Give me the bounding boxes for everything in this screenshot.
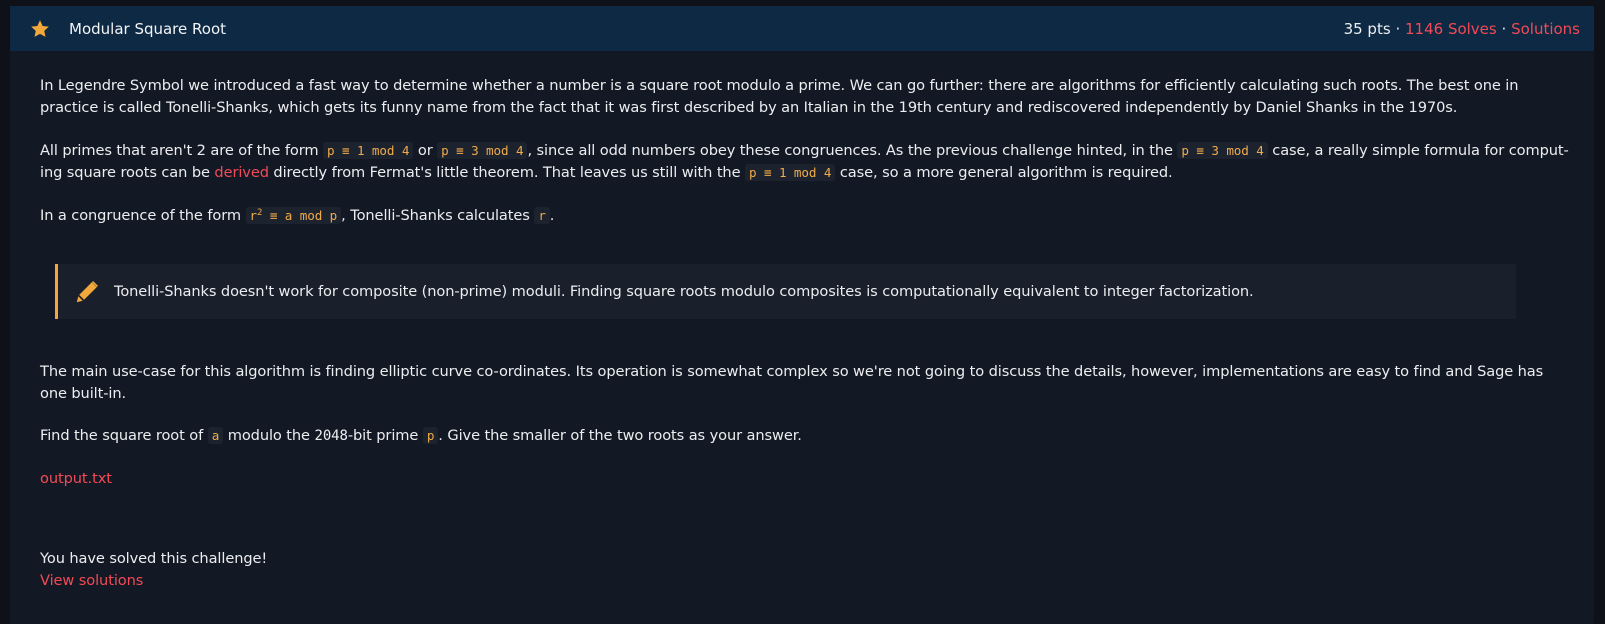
output-file-link[interactable]: output.txt: [40, 470, 112, 487]
usecase-paragraph: The main use-case for this algorithm is …: [40, 363, 1544, 402]
solutions-link[interactable]: Solutions: [1511, 20, 1580, 38]
view-solutions-link[interactable]: View solutions: [40, 572, 143, 589]
inline-code: a: [207, 427, 224, 444]
note-text: Tonelli-Shanks doesn't work for composit…: [114, 282, 1254, 300]
congruence-paragraph: In a congruence of the form r2 ≡ a mod p…: [40, 207, 555, 224]
star-icon[interactable]: [30, 19, 50, 39]
view-solutions-paragraph: View solutions: [40, 570, 1570, 592]
inline-code: r: [534, 207, 550, 224]
points-label: 35 pts: [1343, 19, 1391, 38]
solves-link[interactable]: 1146 Solves: [1405, 20, 1497, 38]
challenge-header[interactable]: Modular Square Root 35 pts · 1146 Solves…: [10, 6, 1594, 51]
pencil-icon: [75, 280, 99, 304]
challenge-meta: 35 pts · 1146 Solves · Solutions: [1344, 20, 1580, 38]
challenge-card: Modular Square Root 35 pts · 1146 Solves…: [10, 6, 1594, 624]
bit-length: 2048: [314, 428, 348, 444]
solved-message: You have solved this challenge!: [40, 550, 268, 567]
inline-code: p ≡ 3 mod 4: [1177, 142, 1268, 159]
primes-paragraph: All primes that aren't 2 are of the form…: [40, 142, 1569, 181]
challenge-title: Modular Square Root: [69, 19, 227, 38]
inline-code: p: [422, 427, 439, 444]
meta-separator: ·: [1395, 19, 1401, 38]
task-paragraph: Find the square root of a modulo the 204…: [40, 427, 802, 444]
file-paragraph: output.txt: [40, 468, 1570, 490]
meta-separator: ·: [1501, 19, 1507, 38]
note-callout: Tonelli-Shanks doesn't work for composit…: [55, 264, 1516, 319]
inline-code: r2 ≡ a mod p: [245, 207, 342, 224]
inline-code: p ≡ 3 mod 4: [437, 142, 528, 159]
inline-code: p ≡ 1 mod 4: [323, 142, 414, 159]
intro-paragraph: In Legendre Symbol we introduced a fast …: [40, 77, 1519, 116]
derived-link[interactable]: derived: [214, 164, 269, 181]
inline-code: p ≡ 1 mod 4: [745, 164, 836, 181]
